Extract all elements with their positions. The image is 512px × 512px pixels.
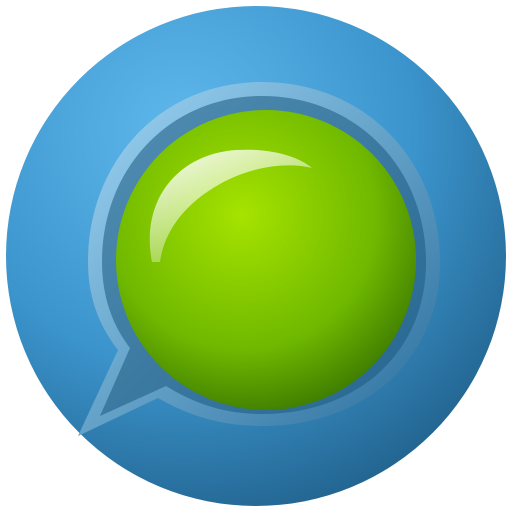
app-icon (0, 0, 512, 512)
chat-bubble-icon (6, 6, 506, 506)
